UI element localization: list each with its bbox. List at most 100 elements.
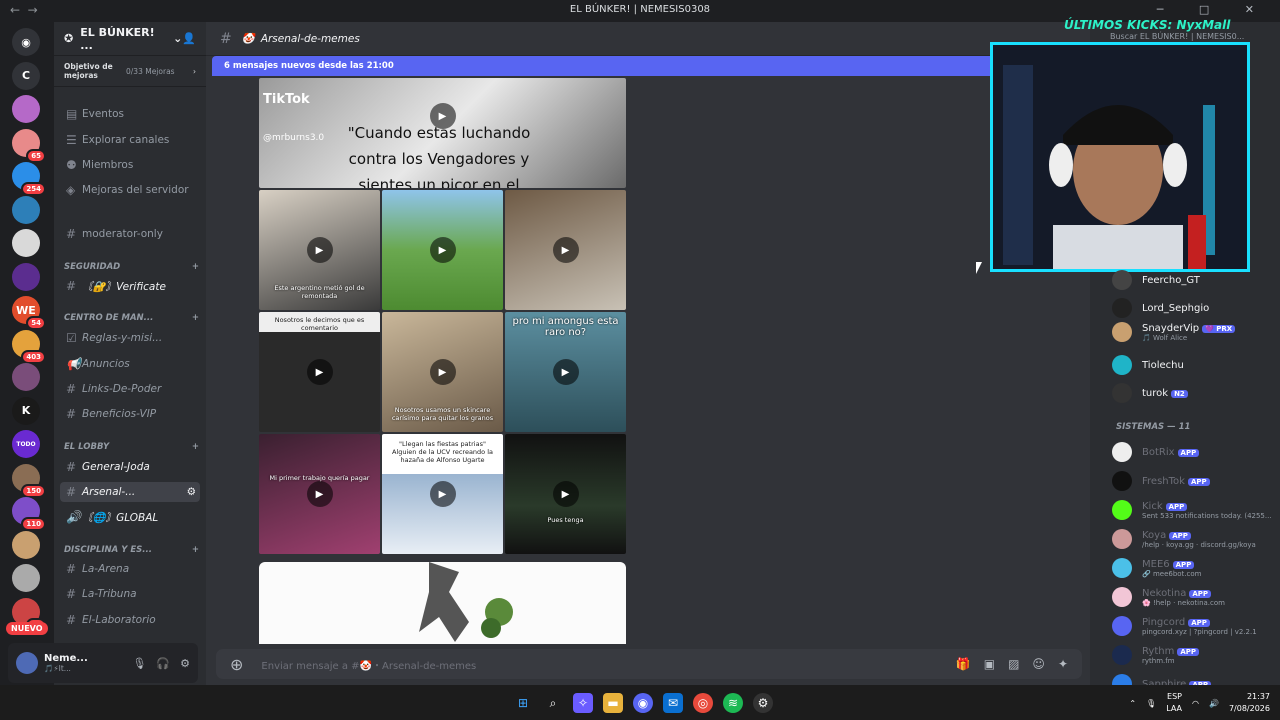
play-icon[interactable]: ▶	[306, 359, 333, 385]
channel-arsenal[interactable]: # Arsenal-... ⚙	[60, 482, 200, 502]
play-icon[interactable]: ▶	[429, 359, 456, 385]
settings-icon[interactable]: ⚙	[187, 486, 196, 498]
steam-icon[interactable]: ⚙	[753, 693, 773, 713]
play-icon[interactable]: ▶	[552, 359, 579, 385]
channel-reglas[interactable]: ☑ Reglas-y-misi...	[60, 328, 200, 348]
apps-icon[interactable]: ✦	[1058, 657, 1068, 671]
play-icon[interactable]: ▶	[306, 481, 333, 507]
user-info[interactable]: Neme... 🎵⚡It...	[44, 653, 88, 673]
video-tile-1[interactable]: Este argentino metió gol de remontada ▶	[259, 190, 380, 310]
server-icon[interactable]	[12, 95, 40, 123]
nav-events[interactable]: ▤ Eventos	[60, 104, 200, 124]
server-icon[interactable]	[12, 363, 40, 391]
play-icon[interactable]: ▶	[429, 237, 456, 263]
boost-goal[interactable]: Objetivo de mejoras 0/33 Mejoras ›	[54, 56, 206, 87]
bot-member-item[interactable]: Pingcord APP pingcord.xyz | ?pingcord | v2…	[1112, 616, 1277, 636]
channel-anuncios[interactable]: 📢 Anuncios	[60, 354, 200, 374]
bot-member-item[interactable]: Kick APP Sent 533 notifications today. (42…	[1112, 500, 1277, 520]
bot-member-item[interactable]: Rythm APP rythm.fm	[1112, 645, 1277, 665]
avatar[interactable]	[16, 652, 38, 674]
headphones-icon[interactable]: 🎧	[156, 657, 170, 670]
play-icon[interactable]: ▶	[552, 237, 579, 263]
play-icon[interactable]: ▶	[306, 237, 333, 263]
member-item[interactable]: Feercho_GT	[1112, 270, 1277, 290]
video-tile-2[interactable]: ▶	[382, 190, 503, 310]
bot-member-item[interactable]: MEE6 APP 🔗 mee6bot.com	[1112, 558, 1277, 578]
bot-member-item[interactable]: FreshTok APP	[1112, 471, 1277, 491]
guild-header[interactable]: ✪ EL BÚNKER! ... ⌄ 👤	[54, 22, 206, 56]
member-item[interactable]: turok N2	[1112, 383, 1277, 403]
wifi-icon[interactable]: ◠	[1192, 699, 1199, 708]
chevron-up-icon[interactable]: ⌃	[1129, 699, 1136, 708]
channel-general[interactable]: # General-Joda	[60, 457, 200, 477]
video-tile-7[interactable]: Mi primer trabajo quería pagar ▶	[259, 434, 380, 554]
play-icon[interactable]: ▶	[552, 481, 579, 507]
image-attachment[interactable]	[259, 562, 626, 644]
play-icon[interactable]: ▶	[429, 103, 456, 129]
gift-icon[interactable]: 🎁	[956, 657, 971, 671]
gear-icon[interactable]: ⚙	[180, 657, 190, 670]
gif-icon[interactable]: ▣	[984, 657, 995, 671]
channel-global[interactable]: 🔊 〘🌐〙GLOBAL	[60, 507, 200, 527]
video-tile-8[interactable]: "Llegan las fiestas patrias" Alguien de …	[382, 434, 503, 554]
mic-tray-icon[interactable]: 🎙	[1146, 699, 1156, 708]
file-explorer-icon[interactable]: ▬	[603, 693, 623, 713]
language-indicator[interactable]: ESP LAA	[1166, 691, 1182, 715]
clock[interactable]: 21:37 7/08/2026	[1229, 691, 1270, 715]
emoji-icon[interactable]: ☺	[1032, 657, 1045, 671]
channel-beneficios[interactable]: # Beneficios-VIP	[60, 404, 200, 424]
server-icon[interactable]: K	[12, 396, 40, 425]
channel-links[interactable]: # Links-De-Poder	[60, 379, 200, 399]
server-icon[interactable]: 254	[12, 162, 46, 196]
nav-boosts[interactable]: ◈ Mejoras del servidor	[60, 180, 200, 200]
add-channel-icon[interactable]: +	[192, 262, 199, 272]
message-input[interactable]: Enviar mensaje a #🤡・Arsenal-de-memes	[261, 657, 476, 672]
search-icon[interactable]: ⌕	[543, 693, 563, 713]
server-icon[interactable]	[12, 195, 40, 224]
channel-verificate[interactable]: # 〘🔐〙Verificate	[60, 276, 200, 296]
category-lobby[interactable]: EL LOBBY +	[64, 442, 199, 452]
add-attachment-icon[interactable]: ⊕	[230, 655, 243, 674]
server-icon[interactable]	[12, 262, 40, 291]
video-tile-main[interactable]: TikTok @mrburns3.0 "Cuando estas luchand…	[259, 78, 626, 188]
video-tile-4[interactable]: Nosotros le decimos que es comentario ▶	[259, 312, 380, 432]
category-disciplina[interactable]: DISCIPLINA Y ES... +	[64, 545, 199, 555]
spotify-icon[interactable]: ≋	[723, 693, 743, 713]
add-channel-icon[interactable]: +	[192, 545, 199, 555]
add-channel-icon[interactable]: +	[192, 442, 199, 452]
new-messages-bar[interactable]: 6 mensajes nuevos desde las 21:00 M	[212, 56, 1082, 76]
server-icon[interactable]	[12, 530, 40, 559]
server-icon[interactable]: 150	[12, 463, 46, 498]
channel-tribuna[interactable]: # La-Tribuna	[60, 584, 200, 604]
play-icon[interactable]: ▶	[429, 481, 456, 507]
video-tile-5[interactable]: Nosotros usamos un skincare carísimo par…	[382, 312, 503, 432]
video-tile-3[interactable]: ▶	[505, 190, 626, 310]
add-member-icon[interactable]: 👤	[182, 32, 196, 45]
server-icon[interactable]: 403	[12, 329, 46, 364]
member-item[interactable]: Tiolechu	[1112, 355, 1277, 375]
bot-member-item[interactable]: Nekotina APP 🌸 !help · nekotina.com	[1112, 587, 1277, 607]
copilot-icon[interactable]: ✧	[573, 693, 593, 713]
server-icon[interactable]: WE 54	[12, 296, 46, 330]
server-icon[interactable]	[12, 564, 40, 592]
add-channel-icon[interactable]: +	[192, 313, 199, 323]
nav-browse[interactable]: ☰ Explorar canales	[60, 130, 200, 150]
outlook-icon[interactable]: ✉	[663, 693, 683, 713]
window-controls[interactable]: ─ □ ✕	[1157, 3, 1270, 16]
server-icon[interactable]: C	[12, 61, 40, 90]
server-icon[interactable]	[12, 229, 40, 257]
video-tile-6[interactable]: pro mi amongus esta raro no? ▶	[505, 312, 626, 432]
discord-icon[interactable]: ◉	[633, 693, 653, 713]
server-icon[interactable]: TODO	[12, 430, 40, 458]
category-seguridad[interactable]: SEGURIDAD +	[64, 262, 199, 272]
channel-arena[interactable]: # La-Arena	[60, 559, 200, 579]
member-item[interactable]: Lord_Sephgio	[1112, 298, 1277, 318]
chrome-icon[interactable]: ◎	[693, 693, 713, 713]
server-icon[interactable]: 65	[12, 128, 46, 163]
member-item[interactable]: SnayderVip 💜 PRX 🎵 Wolf Alice	[1112, 322, 1277, 342]
server-icon[interactable]: 110	[12, 497, 46, 531]
nav-members[interactable]: ⚉ Miembros	[60, 155, 200, 175]
bot-member-item[interactable]: BotRix APP	[1112, 442, 1277, 462]
video-tile-9[interactable]: Pues tenga ▶	[505, 434, 626, 554]
sticker-icon[interactable]: ▨	[1008, 657, 1019, 671]
